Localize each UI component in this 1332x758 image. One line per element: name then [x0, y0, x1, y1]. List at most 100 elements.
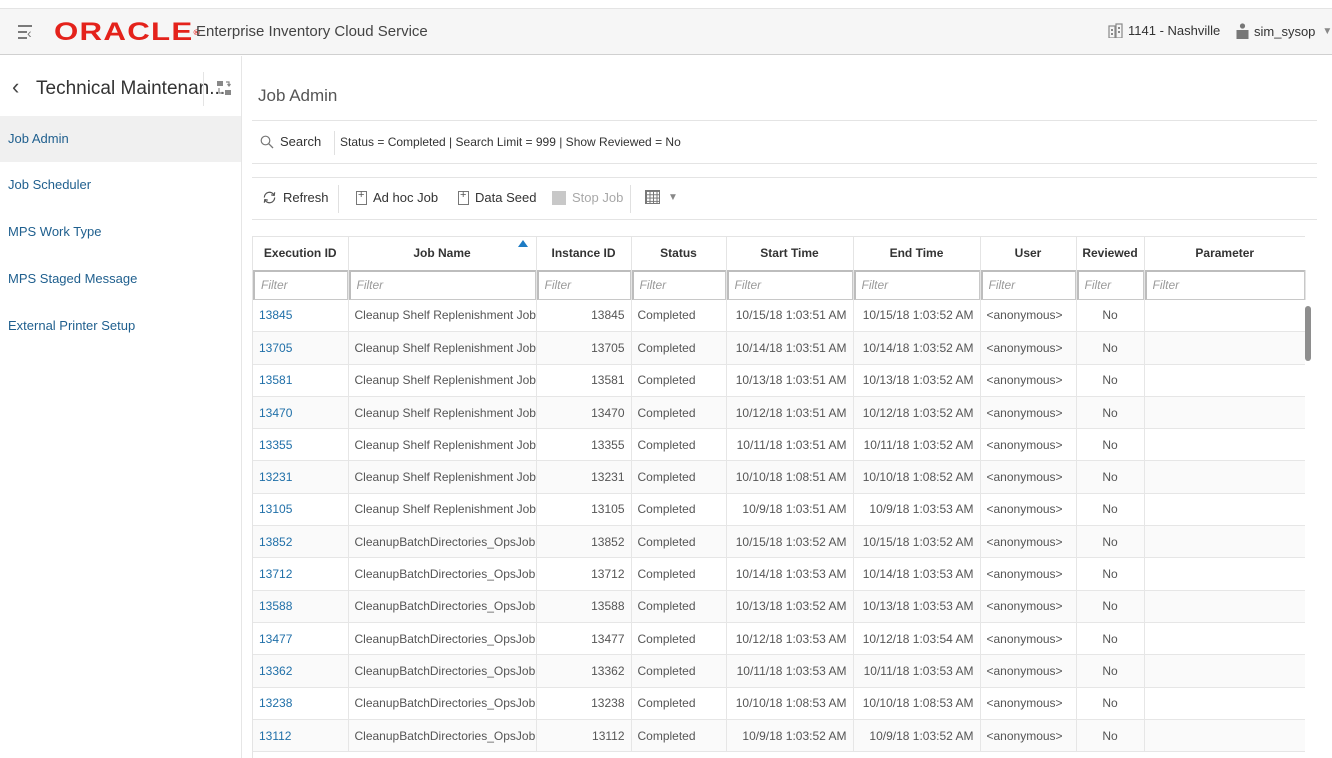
filter-parameter-input[interactable] — [1144, 269, 1305, 300]
table-row[interactable]: 13238 CleanupBatchDirectories_OpsJob 13238… — [253, 687, 1305, 720]
user-cell: <anonymous> — [980, 331, 1077, 365]
table-row[interactable]: 13112 CleanupBatchDirectories_OpsJob 13112… — [253, 719, 1305, 753]
execution-id-link[interactable]: 13231 — [253, 460, 349, 494]
table-row[interactable]: 13477 CleanupBatchDirectories_OpsJob 13477… — [253, 622, 1305, 656]
job-name-cell: Cleanup Shelf Replenishment Job — [348, 493, 537, 527]
execution-id-link[interactable]: 13470 — [253, 396, 349, 430]
job-name-cell: Cleanup Shelf Replenishment Job — [348, 460, 537, 494]
column-header-start-time[interactable]: Start Time — [726, 236, 854, 270]
table-row[interactable]: 13470 Cleanup Shelf Replenishment Job 1347… — [253, 396, 1305, 430]
status-cell: Completed — [631, 364, 727, 397]
switch-view-icon[interactable] — [216, 80, 232, 96]
table-row[interactable]: 13845 Cleanup Shelf Replenishment Job 1384… — [253, 299, 1305, 333]
column-header-end-time[interactable]: End Time — [853, 236, 981, 270]
instance-id-cell: 13477 — [536, 622, 632, 656]
sidebar: ‹ Technical Maintenan... Job Admin Job S… — [0, 56, 242, 758]
parameter-cell — [1144, 654, 1305, 688]
table-row[interactable]: 13355 Cleanup Shelf Replenishment Job 1335… — [253, 428, 1305, 462]
column-header-user[interactable]: User — [980, 236, 1077, 270]
execution-id-link[interactable]: 13588 — [253, 590, 349, 623]
execution-id-link[interactable]: 13705 — [253, 331, 349, 365]
filter-execution-id-input[interactable] — [253, 269, 348, 300]
reviewed-cell: No — [1076, 493, 1145, 527]
table-scrollbar[interactable] — [1305, 306, 1311, 361]
table-row[interactable]: 13362 CleanupBatchDirectories_OpsJob 13362… — [253, 654, 1305, 688]
document-add-icon — [458, 189, 469, 205]
end-time-cell: 10/14/18 1:03:53 AM — [853, 557, 981, 591]
sidebar-item-mps-work-type[interactable]: MPS Work Type — [0, 209, 241, 255]
sidebar-item-external-printer-setup[interactable]: External Printer Setup — [0, 303, 241, 349]
filter-user-input[interactable] — [980, 269, 1076, 300]
table-row[interactable]: 13705 Cleanup Shelf Replenishment Job 1370… — [253, 331, 1305, 365]
table-row[interactable]: 13852 CleanupBatchDirectories_OpsJob 13852… — [253, 525, 1305, 559]
reviewed-cell: No — [1076, 525, 1145, 559]
user-cell: <anonymous> — [980, 460, 1077, 494]
column-header-instance-id[interactable]: Instance ID — [536, 236, 632, 270]
ad-hoc-job-button[interactable]: Ad hoc Job — [356, 189, 439, 205]
search-button[interactable]: Search — [260, 134, 321, 149]
table-row[interactable]: 13105 Cleanup Shelf Replenishment Job 1310… — [253, 493, 1305, 527]
filter-end-time-input[interactable] — [853, 269, 980, 300]
execution-id-link[interactable]: 13852 — [253, 525, 349, 559]
column-header-execution-id[interactable]: Execution ID — [253, 236, 349, 270]
column-header-job-name[interactable]: Job Name — [348, 236, 537, 270]
column-header-status[interactable]: Status — [631, 236, 727, 270]
execution-id-link[interactable]: 13712 — [253, 557, 349, 591]
execution-id-link[interactable]: 13362 — [253, 654, 349, 688]
column-header-reviewed[interactable]: Reviewed — [1076, 236, 1145, 270]
back-chevron-icon[interactable]: ‹ — [12, 74, 19, 100]
status-cell: Completed — [631, 396, 727, 430]
column-header-parameter[interactable]: Parameter — [1144, 236, 1305, 270]
filter-reviewed-input[interactable] — [1076, 269, 1144, 300]
reviewed-cell: No — [1076, 557, 1145, 591]
instance-id-cell: 13231 — [536, 460, 632, 494]
start-time-cell: 10/13/18 1:03:52 AM — [726, 590, 854, 623]
table-row[interactable]: 13231 Cleanup Shelf Replenishment Job 1323… — [253, 460, 1305, 494]
table-row[interactable]: 13712 CleanupBatchDirectories_OpsJob 13712… — [253, 557, 1305, 591]
execution-id-link[interactable]: 13477 — [253, 622, 349, 656]
instance-id-cell: 13238 — [536, 687, 632, 720]
execution-id-link[interactable]: 13845 — [253, 299, 349, 333]
stop-icon — [552, 190, 566, 205]
job-name-cell: CleanupBatchDirectories_OpsJob — [348, 654, 537, 688]
reviewed-cell: No — [1076, 654, 1145, 688]
sidebar-item-job-scheduler[interactable]: Job Scheduler — [0, 162, 241, 208]
table-row[interactable]: 13588 CleanupBatchDirectories_OpsJob 13588… — [253, 590, 1305, 623]
ad-hoc-job-label: Ad hoc Job — [373, 190, 439, 205]
filter-job-name-input[interactable] — [348, 269, 536, 300]
parameter-cell — [1144, 719, 1305, 753]
execution-id-link[interactable]: 13355 — [253, 428, 349, 462]
data-seed-button[interactable]: Data Seed — [458, 189, 536, 205]
start-time-cell: 10/10/18 1:08:53 AM — [726, 687, 854, 720]
stop-job-button[interactable]: Stop Job — [552, 190, 623, 205]
user-cell: <anonymous> — [980, 428, 1077, 462]
parameter-cell — [1144, 364, 1305, 397]
user-menu[interactable]: sim_sysop ▼ — [1236, 23, 1332, 39]
search-label: Search — [280, 134, 322, 149]
username-label: sim_sysop — [1254, 23, 1316, 39]
caret-down-icon: ▼ — [668, 191, 678, 203]
execution-id-link[interactable]: 13238 — [253, 687, 349, 720]
execution-id-link[interactable]: 13105 — [253, 493, 349, 527]
table-row[interactable]: 13581 Cleanup Shelf Replenishment Job 1358… — [253, 364, 1305, 397]
reviewed-cell: No — [1076, 687, 1145, 720]
job-name-cell: Cleanup Shelf Replenishment Job — [348, 299, 537, 333]
execution-id-link[interactable]: 13112 — [253, 719, 349, 753]
instance-id-cell: 13581 — [536, 364, 632, 397]
filter-start-time-input[interactable] — [726, 269, 853, 300]
store-selector[interactable]: 1141 - Nashville — [1108, 23, 1220, 38]
navigation-menu-icon[interactable]: ‹ — [18, 22, 36, 42]
sidebar-item-mps-staged-message[interactable]: MPS Staged Message — [0, 256, 241, 302]
table-grid-icon — [645, 190, 660, 204]
filter-instance-id-input[interactable] — [536, 269, 631, 300]
refresh-button[interactable]: Refresh — [262, 190, 329, 205]
job-name-cell: Cleanup Shelf Replenishment Job — [348, 396, 537, 430]
header-row: Execution ID Job Name Instance ID Status… — [253, 236, 1305, 270]
reviewed-cell: No — [1076, 364, 1145, 397]
filter-status-input[interactable] — [631, 269, 726, 300]
sidebar-item-job-admin[interactable]: Job Admin — [0, 116, 241, 162]
instance-id-cell: 13845 — [536, 299, 632, 333]
end-time-cell: 10/13/18 1:03:52 AM — [853, 364, 981, 397]
execution-id-link[interactable]: 13581 — [253, 364, 349, 397]
column-chooser-button[interactable]: ▼ — [645, 190, 678, 204]
